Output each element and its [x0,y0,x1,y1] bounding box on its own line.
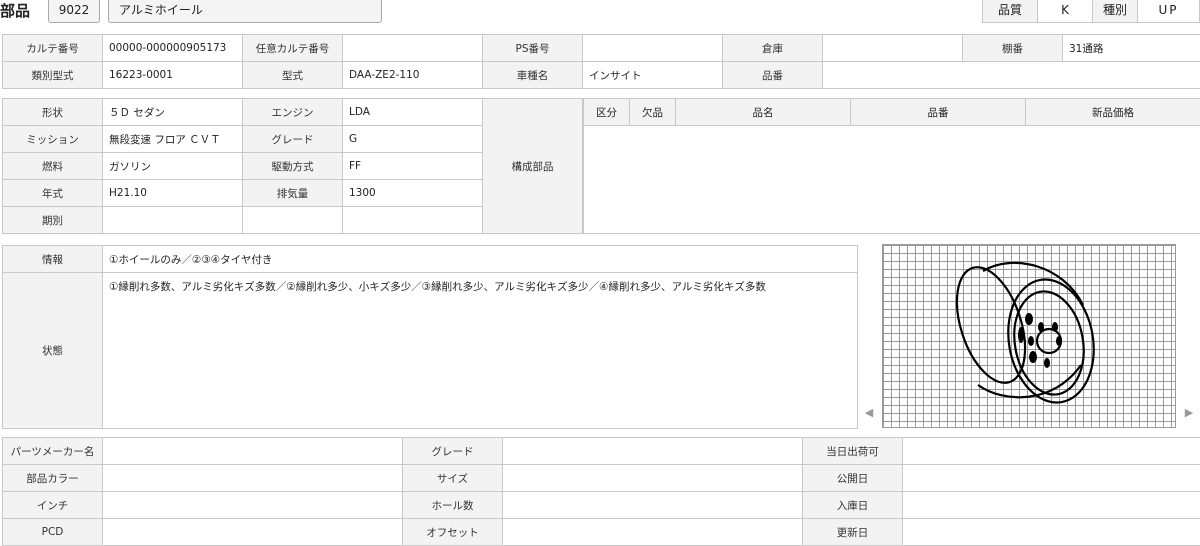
page-title: 部品 [0,2,31,20]
col-header-missing: 欠品 [629,98,676,126]
type-label: 種別 [1092,0,1138,23]
size-label: サイズ [402,464,503,492]
offset-value [502,518,803,546]
inch-value [102,491,403,519]
color-value [102,464,403,492]
karte-no-value: 00000-000000905173 [102,34,243,62]
holes-value [502,491,803,519]
fuel-value: ガソリン [102,152,243,180]
type-value: UP [1137,0,1200,23]
class-type-value: 16223-0001 [102,61,243,89]
shape-label: 形状 [2,98,103,126]
arrival-date-value [902,491,1200,519]
ps-no-label: PS番号 [482,34,583,62]
car-name-value: インサイト [582,61,723,89]
info-table: 情報 ①ホイールのみ／②③④タイヤ付き 状態 ①縁削れ多数、アルミ劣化キズ多数／… [2,245,858,429]
col-header-part-name: 品名 [675,98,851,126]
engine-value: LDA [342,98,483,126]
parts-table-body [583,125,1200,234]
shelf-value: 31通路 [1062,34,1200,62]
part-no-value [822,61,1200,89]
maker-value [102,437,403,465]
grade2-value [502,437,803,465]
karte-table: カルテ番号 00000-000000905173 任意カルテ番号 PS番号 倉庫… [2,34,1200,89]
warehouse-label: 倉庫 [722,34,823,62]
arrival-date-label: 入庫日 [802,491,903,519]
info-value: ①ホイールのみ／②③④タイヤ付き [102,245,858,273]
displacement-label: 排気量 [242,179,343,207]
part-name-field: アルミホイール [108,0,382,23]
ps-no-value [582,34,723,62]
public-date-label: 公開日 [802,464,903,492]
car-name-label: 車種名 [482,61,583,89]
col-header-category: 区分 [583,98,630,126]
period-value [102,206,243,234]
image-grid [882,244,1176,428]
status-label: 状態 [2,272,103,429]
wheel-drawing-icon [955,261,1095,404]
empty-cell [242,206,343,234]
grade2-label: グレード [402,437,503,465]
inch-label: インチ [2,491,103,519]
col-header-new-price: 新品価格 [1025,98,1200,126]
class-type-label: 類別型式 [2,61,103,89]
component-label: 構成部品 [482,98,583,234]
model-label: 型式 [242,61,343,89]
detail-table: パーツメーカー名 グレード 当日出荷可 部品カラー サイズ 公開日 インチ ホー… [2,437,1200,546]
color-label: 部品カラー [2,464,103,492]
empty-cell [342,206,483,234]
chevron-left-icon[interactable]: ◀ [862,403,876,423]
pcd-value [102,518,403,546]
part-no-label: 品番 [722,61,823,89]
component-parts-table: 区分 欠品 品名 品番 新品価格 [583,98,1200,234]
fuel-label: 燃料 [2,152,103,180]
opt-karte-value [342,34,483,62]
quality-value: K [1037,0,1093,23]
opt-karte-label: 任意カルテ番号 [242,34,343,62]
warehouse-value [822,34,963,62]
grade-value: G [342,125,483,153]
part-code-field: 9022 [48,0,100,23]
engine-label: エンジン [242,98,343,126]
year-value: H21.10 [102,179,243,207]
chevron-right-icon[interactable]: ▶ [1182,403,1196,423]
updated-date-value [902,518,1200,546]
karte-no-label: カルテ番号 [2,34,103,62]
period-label: 期別 [2,206,103,234]
pcd-label: PCD [2,518,103,546]
maker-label: パーツメーカー名 [2,437,103,465]
year-label: 年式 [2,179,103,207]
model-value: DAA-ZE2-110 [342,61,483,89]
offset-label: オフセット [402,518,503,546]
grade-label: グレード [242,125,343,153]
status-value: ①縁削れ多数、アルミ劣化キズ多数／②縁削れ多少、小キズ多少／③縁削れ多少、アルミ… [102,272,858,429]
mission-label: ミッション [2,125,103,153]
quality-label: 品質 [982,0,1038,23]
drive-label: 駆動方式 [242,152,343,180]
shelf-label: 棚番 [962,34,1063,62]
displacement-value: 1300 [342,179,483,207]
shape-value: ５Ｄ セダン [102,98,243,126]
updated-date-label: 更新日 [802,518,903,546]
drive-value: FF [342,152,483,180]
col-header-part-no: 品番 [850,98,1026,126]
spec-table: 形状 ５Ｄ セダン エンジン LDA 構成部品 ミッション 無段変速 フロア Ｃ… [2,98,583,234]
ship-value [902,437,1200,465]
size-value [502,464,803,492]
ship-label: 当日出荷可 [802,437,903,465]
public-date-value [902,464,1200,492]
info-label: 情報 [2,245,103,273]
holes-label: ホール数 [402,491,503,519]
mission-value: 無段変速 フロア ＣＶＴ [102,125,243,153]
